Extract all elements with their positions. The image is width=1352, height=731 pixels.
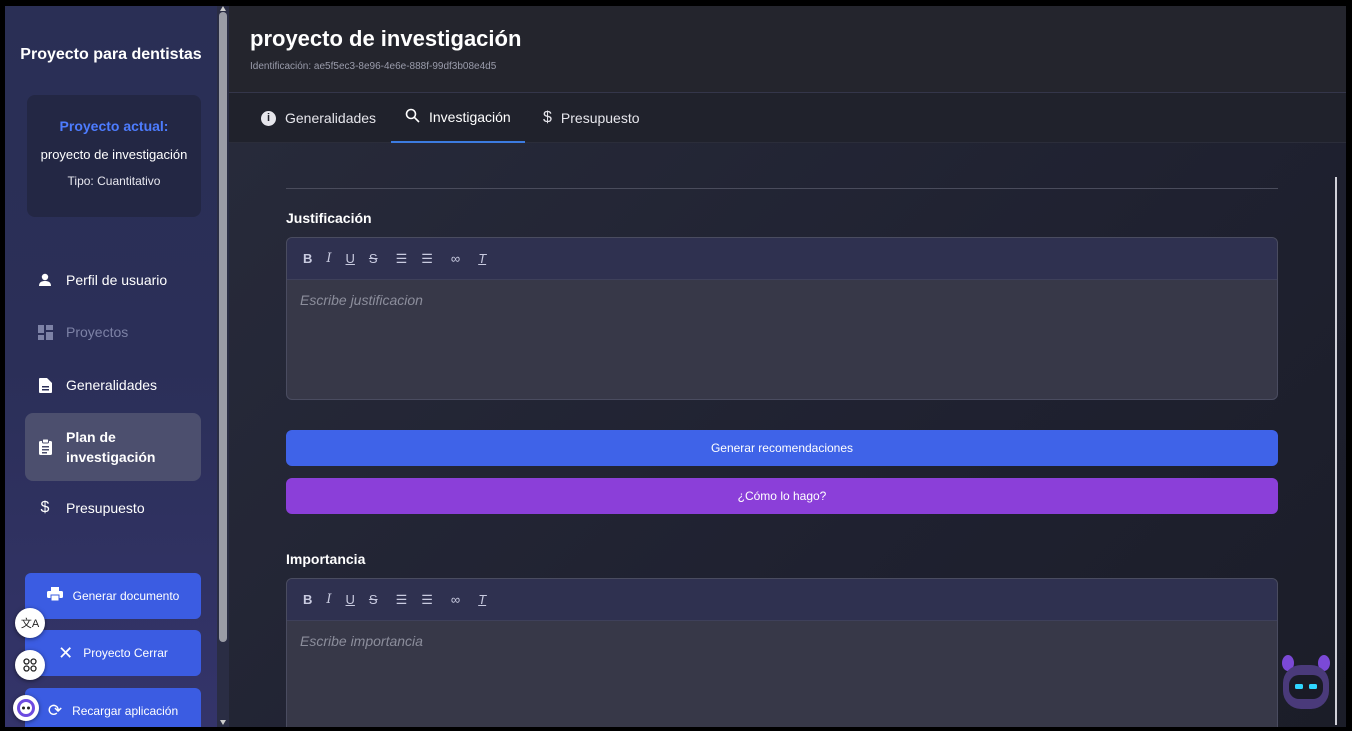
scroll-down-icon[interactable] [220,720,226,725]
tab-generalidades[interactable]: i Generalidades [261,93,376,143]
bold-icon[interactable]: B [303,251,312,266]
dollar-icon: $ [543,109,552,126]
underline-icon[interactable]: U [346,251,355,266]
sidebar-item-plan-investigacion[interactable]: Plan de investigación [25,413,201,481]
reload-icon: ⟳ [47,701,63,720]
tab-label: Presupuesto [560,110,640,126]
apps-icon[interactable] [15,650,45,680]
clipboard-icon [37,439,53,455]
bullet-list-icon[interactable]: ☰ [421,251,433,267]
current-project-name: proyecto de investigación [40,147,188,162]
strikethrough-icon[interactable]: S [369,251,378,266]
translate-icon[interactable]: 文A [15,608,45,638]
reload-app-label: Recargar aplicación [72,704,179,718]
importancia-textarea[interactable]: Escribe importancia [287,621,1277,661]
sidebar: Proyecto para dentistas Proyecto actual:… [5,6,217,727]
project-identifier: Identificación: ae5f5ec3-8e96-4e6e-888f-… [250,61,497,72]
scrollbar-thumb[interactable] [219,12,227,642]
how-to-button[interactable]: ¿Cómo lo hago? [286,478,1278,514]
ordered-list-icon[interactable]: ☰ [396,592,408,608]
current-project-type: Tipo: Cuantitativo [67,174,161,188]
sidebar-item-presupuesto[interactable]: $ Presupuesto [25,487,201,529]
app-window: Proyecto para dentistas Proyecto actual:… [5,6,1346,727]
bold-icon[interactable]: B [303,592,312,607]
sidebar-item-perfil[interactable]: Perfil de usuario [25,259,201,301]
importancia-editor[interactable]: B I U S ☰ ☰ ∞ T Escribe importancia [286,578,1278,727]
sidebar-item-label: Plan de investigación [66,429,156,465]
tab-label: Investigación [429,109,511,125]
app-title: Proyecto para dentistas [20,46,202,63]
scroll-up-icon[interactable] [220,6,226,11]
italic-icon[interactable]: I [326,251,331,266]
current-project-card: Proyecto actual: proyecto de investigaci… [27,95,201,217]
close-project-button[interactable]: ✕ Proyecto Cerrar [25,630,201,676]
clear-format-icon[interactable]: T [478,251,486,266]
divider [286,188,1278,189]
dashboard-icon [37,324,53,340]
sidebar-item-generalidades[interactable]: Generalidades [25,364,201,406]
assistant-bot-icon[interactable] [1280,653,1332,713]
sidebar-item-label: Generalidades [66,377,158,393]
page-title: proyecto de investigación [250,26,522,51]
current-project-label: Proyecto actual: [59,118,169,134]
generate-document-button[interactable]: Generar documento [25,573,201,619]
search-icon [405,108,420,126]
generate-recommendations-button[interactable]: Generar recomendaciones [286,430,1278,466]
ordered-list-icon[interactable]: ☰ [396,251,408,267]
sidebar-item-label: Proyectos [66,324,129,340]
document-icon [37,377,53,393]
importancia-label: Importancia [286,551,366,567]
main-content: Justificación B I U S ☰ ☰ ∞ T Escribe ju… [229,143,1346,727]
sidebar-item-proyectos[interactable]: Proyectos [25,311,201,353]
content-scrollbar[interactable] [1335,177,1337,725]
assistant-face-icon[interactable] [13,695,39,721]
generate-document-label: Generar documento [72,589,180,603]
strikethrough-icon[interactable]: S [369,592,378,607]
close-icon: ✕ [58,642,74,663]
tab-investigacion[interactable]: Investigación [391,93,525,143]
user-icon [37,272,53,288]
sidebar-item-label: Presupuesto [66,500,145,516]
italic-icon[interactable]: I [326,592,331,607]
tab-label: Generalidades [285,110,377,126]
justificacion-label: Justificación [286,210,372,226]
link-icon[interactable]: ∞ [451,592,460,607]
reload-app-button[interactable]: ⟳ Recargar aplicación [25,688,201,727]
tab-bar: i Generalidades Investigación $ Presupue… [229,93,1346,143]
sidebar-item-label: Perfil de usuario [66,272,168,288]
printer-icon [46,587,63,605]
info-icon: i [261,110,276,126]
justificacion-textarea[interactable]: Escribe justificacion [287,280,1277,320]
justificacion-editor[interactable]: B I U S ☰ ☰ ∞ T Escribe justificacion [286,237,1278,400]
bullet-list-icon[interactable]: ☰ [421,592,433,608]
editor-toolbar: B I U S ☰ ☰ ∞ T [287,579,1277,621]
dollar-icon: $ [40,499,50,516]
underline-icon[interactable]: U [346,592,355,607]
tab-presupuesto[interactable]: $ Presupuesto [543,93,640,143]
clear-format-icon[interactable]: T [478,592,486,607]
close-project-label: Proyecto Cerrar [83,646,168,660]
page-header: proyecto de investigación Identificación… [229,6,1346,93]
sidebar-scrollbar[interactable] [217,6,229,727]
editor-toolbar: B I U S ☰ ☰ ∞ T [287,238,1277,280]
link-icon[interactable]: ∞ [451,251,460,266]
